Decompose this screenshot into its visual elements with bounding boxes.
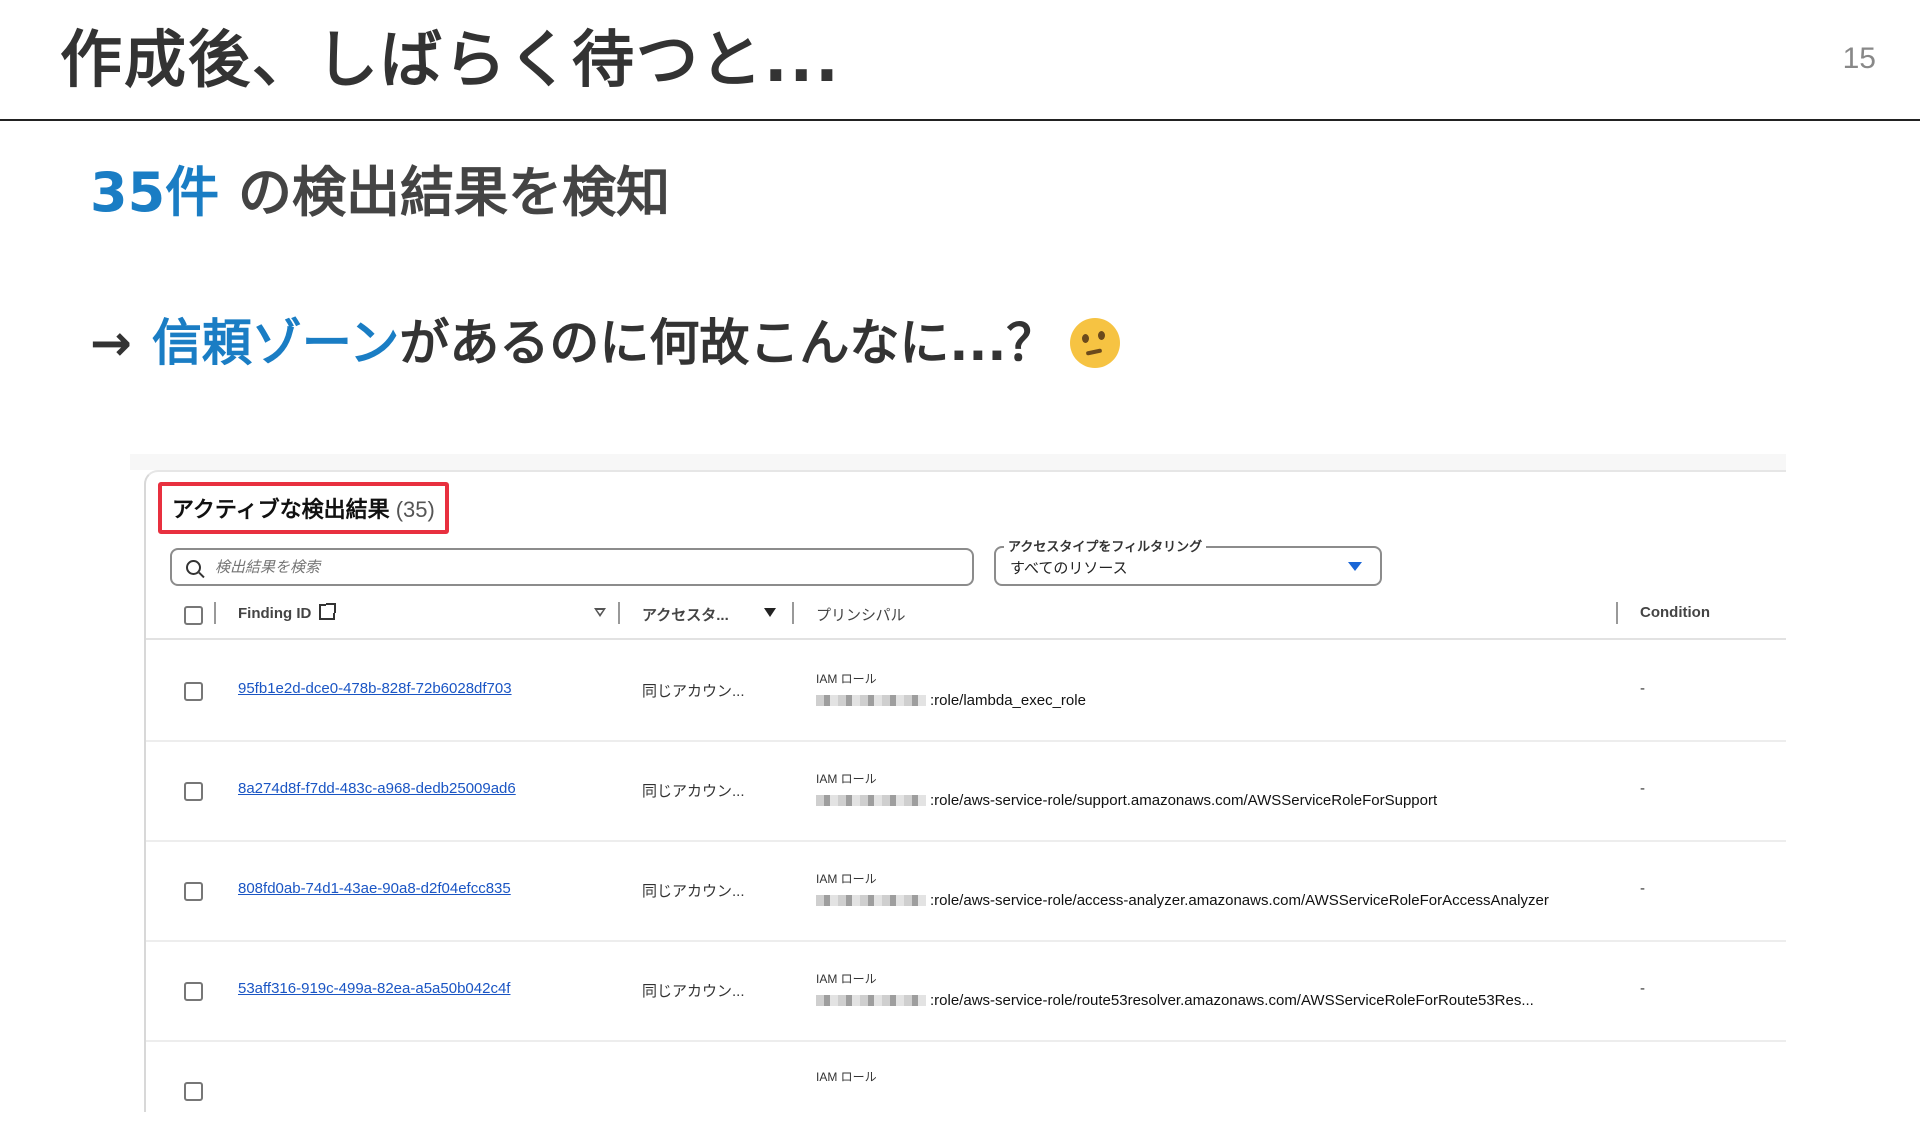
principal-type: IAM ロール <box>816 872 877 886</box>
caret-down-icon <box>1348 562 1362 571</box>
redacted-account-id <box>816 795 926 806</box>
principal-arn: :role/aws-service-role/support.amazonaws… <box>816 792 1437 809</box>
table-row: 8a274d8f-f7dd-483c-a968-dedb25009ad6 同じア… <box>146 740 1786 842</box>
column-divider <box>214 602 216 624</box>
column-header-condition[interactable]: Condition <box>1640 604 1710 621</box>
screenshot-shadow <box>130 454 1786 470</box>
column-divider <box>792 602 794 624</box>
principal-arn: :role/aws-service-role/route53resolver.a… <box>816 992 1534 1009</box>
external-link-icon[interactable] <box>319 603 337 620</box>
redacted-account-id <box>816 995 926 1006</box>
page-number: 15 <box>1842 42 1876 75</box>
headline-count: 35件 <box>90 161 220 224</box>
question: → 信頼ゾーン があるのに何故こんなに...？ <box>90 308 1121 378</box>
finding-id-link[interactable]: 8a274d8f-f7dd-483c-a968-dedb25009ad6 <box>238 780 516 797</box>
access-type-filter[interactable]: アクセスタイプをフィルタリング すべてのリソース <box>994 536 1382 586</box>
column-divider <box>1616 602 1618 624</box>
column-header-access-type[interactable]: アクセスタ... <box>642 604 729 625</box>
sort-icon[interactable] <box>594 608 606 617</box>
finding-id-link[interactable]: 95fb1e2d-dce0-478b-828f-72b6028df703 <box>238 680 512 697</box>
principal-arn: :role/aws-service-role/access-analyzer.a… <box>816 892 1549 909</box>
table-row: IAM ロール <box>146 1040 1786 1140</box>
column-header-finding-id[interactable]: Finding ID <box>238 603 337 622</box>
access-type: 同じアカウン... <box>642 883 745 900</box>
column-header-finding-id-label: Finding ID <box>238 605 312 622</box>
condition-value: - <box>1640 880 1645 897</box>
principal-type: IAM ロール <box>816 972 877 986</box>
table-row: 53aff316-919c-499a-82ea-a5a50b042c4f 同じア… <box>146 940 1786 1042</box>
findings-count: (35) <box>395 497 435 522</box>
table-row: 95fb1e2d-dce0-478b-828f-72b6028df703 同じア… <box>146 640 1786 742</box>
finding-id-link[interactable]: 53aff316-919c-499a-82ea-a5a50b042c4f <box>238 980 510 997</box>
column-header-principal[interactable]: プリンシパル <box>816 604 906 625</box>
principal-type: IAM ロール <box>816 772 877 786</box>
search-input[interactable] <box>213 557 917 577</box>
select-all-checkbox[interactable] <box>184 606 203 625</box>
redacted-account-id <box>816 895 926 906</box>
title-divider <box>0 119 1920 121</box>
question-text: があるのに何故こんなに...？ <box>399 314 1057 372</box>
panel-title: アクティブな検出結果 <box>172 497 390 522</box>
row-checkbox[interactable] <box>184 782 203 801</box>
trust-zone-term: 信頼ゾーン <box>151 314 400 372</box>
panel-title-highlight: アクティブな検出結果 (35) <box>158 482 449 534</box>
row-checkbox[interactable] <box>184 1082 203 1101</box>
arrow-icon: → <box>90 314 132 372</box>
findings-panel: アクティブな検出結果 (35) アクセスタイプをフィルタリング すべてのリソース… <box>144 470 1786 1112</box>
principal-arn-text: :role/aws-service-role/support.amazonaws… <box>930 792 1438 809</box>
row-checkbox[interactable] <box>184 982 203 1001</box>
access-type: 同じアカウン... <box>642 983 745 1000</box>
principal-arn-text: :role/aws-service-role/route53resolver.a… <box>930 992 1534 1009</box>
filter-label: アクセスタイプをフィルタリング <box>1004 536 1207 555</box>
filter-value: すべてのリソース <box>1010 560 1128 577</box>
principal-arn-text: :role/lambda_exec_role <box>930 692 1086 709</box>
principal-arn: :role/lambda_exec_role <box>816 692 1086 709</box>
slide-title: 作成後、しばらく待つと... <box>60 23 841 96</box>
search-box[interactable] <box>170 548 974 586</box>
condition-value: - <box>1640 680 1645 697</box>
table-row: 808fd0ab-74d1-43ae-90a8-d2f04efcc835 同じア… <box>146 840 1786 942</box>
redacted-account-id <box>816 695 926 706</box>
column-divider <box>618 602 620 624</box>
access-type: 同じアカウン... <box>642 783 745 800</box>
access-type: 同じアカウン... <box>642 683 745 700</box>
headline-text: の検出結果を検知 <box>219 161 670 224</box>
principal-arn-text: :role/aws-service-role/access-analyzer.a… <box>930 892 1549 909</box>
row-checkbox[interactable] <box>184 682 203 701</box>
condition-value: - <box>1640 980 1645 997</box>
principal-type: IAM ロール <box>816 672 877 686</box>
sort-descending-icon[interactable] <box>764 608 776 617</box>
principal-type: IAM ロール <box>816 1070 877 1084</box>
search-icon <box>186 559 201 575</box>
row-checkbox[interactable] <box>184 882 203 901</box>
headline: 35件 の検出結果を検知 <box>90 158 670 228</box>
table-header: Finding ID アクセスタ... プリンシパル Condition <box>146 598 1786 640</box>
condition-value: - <box>1640 780 1645 797</box>
thinking-face-icon <box>1070 318 1121 368</box>
finding-id-link[interactable]: 808fd0ab-74d1-43ae-90a8-d2f04efcc835 <box>238 880 511 897</box>
